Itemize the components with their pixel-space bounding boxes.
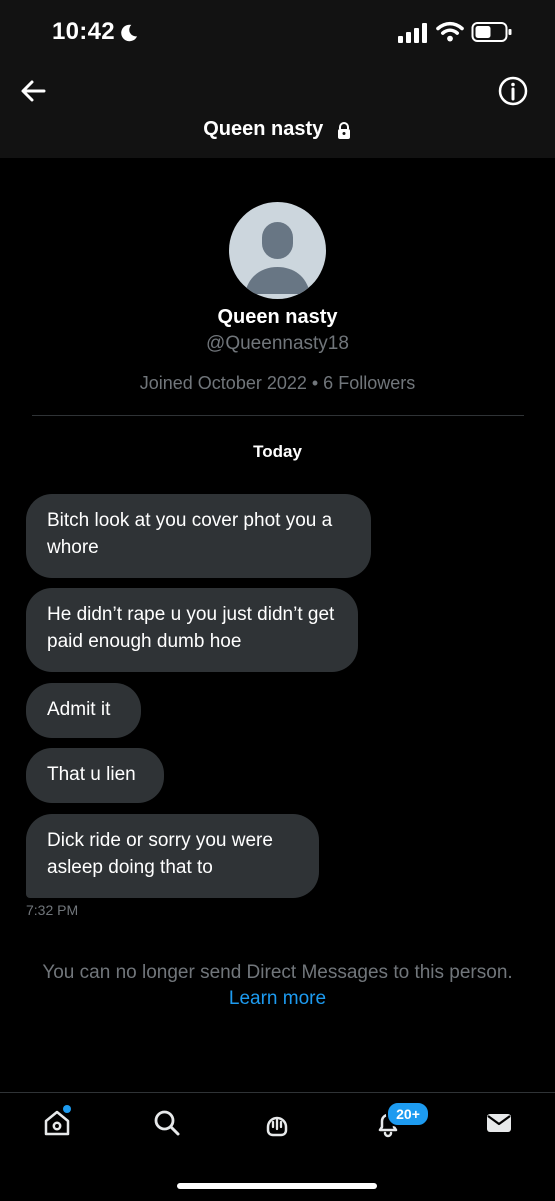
back-arrow-icon[interactable] <box>18 76 48 106</box>
search-icon[interactable] <box>151 1107 183 1139</box>
message-bubble[interactable]: Dick ride or sorry you were asleep doing… <box>26 814 319 898</box>
signal-icon <box>398 23 427 43</box>
profile-meta: Joined October 2022 • 6 Followers <box>139 373 416 393</box>
date-label: Today <box>253 442 302 461</box>
profile-name[interactable]: Queen nasty <box>0 306 555 329</box>
lock-icon <box>337 121 350 139</box>
notifications-badge: 20+ <box>386 1101 430 1127</box>
profile-divider <box>32 415 524 416</box>
header-title: Queen nasty <box>203 118 324 140</box>
learn-more-link[interactable]: Learn more <box>0 986 555 1012</box>
message-timestamp: 7:32 PM <box>26 902 79 918</box>
wifi-icon <box>436 21 464 42</box>
message-bubble[interactable]: Admit it <box>26 683 141 738</box>
home-notification-dot <box>63 1105 71 1113</box>
status-time: 10:42 <box>52 18 115 45</box>
message-bubble[interactable]: He didn’t rape u you just didn’t get pai… <box>26 588 358 672</box>
default-avatar-icon <box>245 222 310 294</box>
status-bar: 10:42 <box>0 0 555 66</box>
home-indicator <box>177 1183 377 1189</box>
moon-icon <box>121 24 138 42</box>
spaces-icon[interactable] <box>261 1107 293 1139</box>
dm-restriction-notice: You can no longer send Direct Messages t… <box>42 962 513 983</box>
info-icon[interactable] <box>497 75 529 107</box>
header-title-wrap: Queen nasty <box>0 118 555 141</box>
battery-icon <box>471 22 512 42</box>
messages-icon[interactable] <box>483 1107 515 1139</box>
message-bubble[interactable]: That u lien <box>26 748 164 803</box>
message-bubble[interactable]: Bitch look at you cover phot you a whore <box>26 494 371 578</box>
avatar[interactable] <box>229 202 326 299</box>
conversation-header: Queen nasty <box>0 66 555 158</box>
profile-handle[interactable]: @Queennasty18 <box>0 333 555 355</box>
